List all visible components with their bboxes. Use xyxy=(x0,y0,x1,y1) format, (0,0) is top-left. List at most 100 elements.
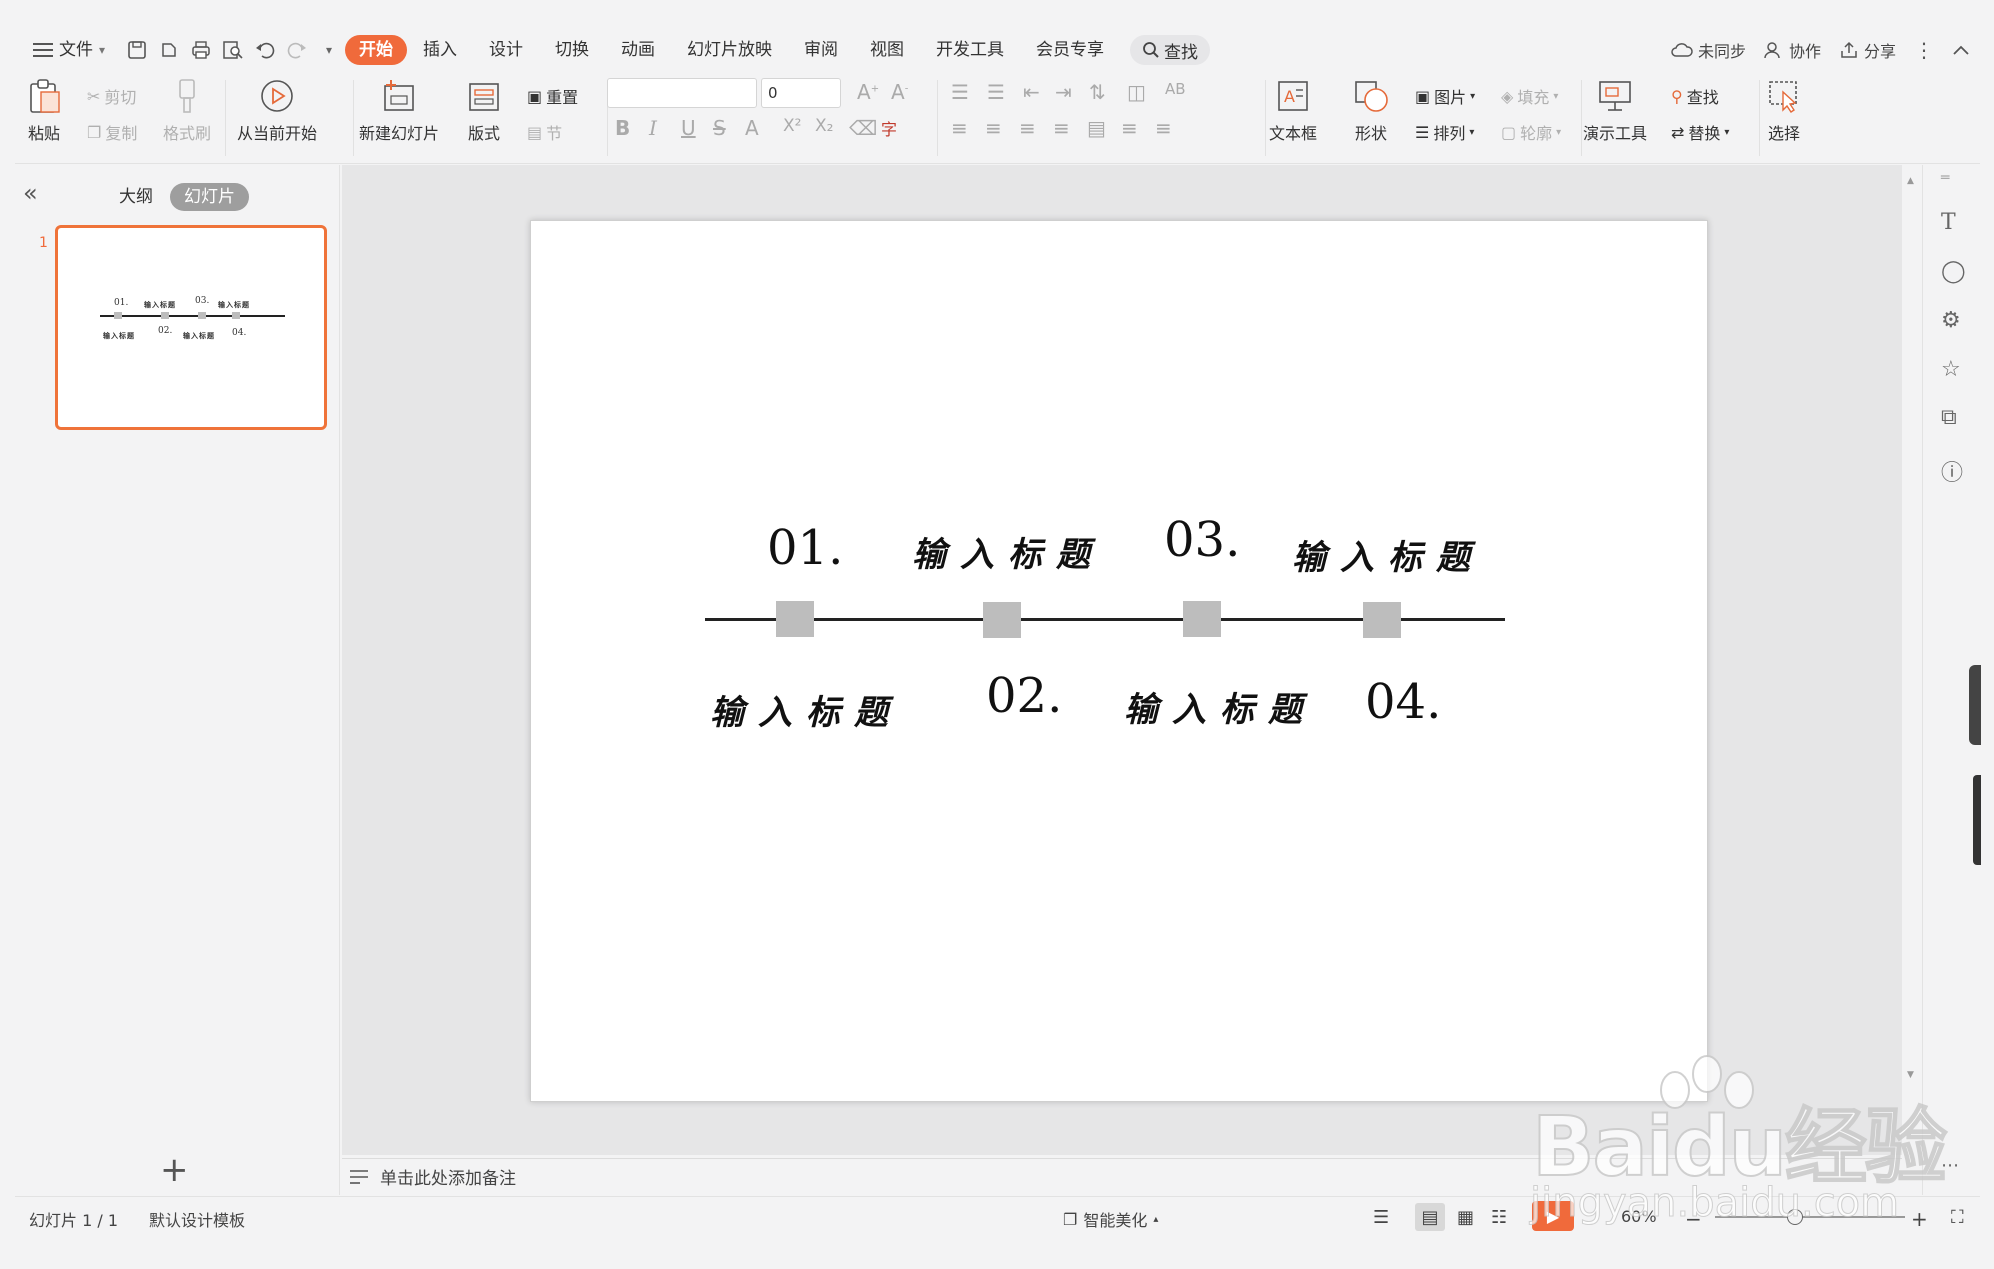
side-scroll-handle[interactable] xyxy=(1969,665,1981,745)
reading-view-icon[interactable]: ☷ xyxy=(1491,1207,1507,1228)
slider-settings-icon[interactable]: ⚙ xyxy=(1941,308,1961,333)
timeline-square[interactable] xyxy=(1363,602,1401,638)
picture-button[interactable]: ▣ 图片 ▾ xyxy=(1415,84,1475,108)
lightbulb-icon[interactable]: ◯ xyxy=(1941,259,1966,284)
numbering-icon[interactable]: ☰ xyxy=(987,80,1005,104)
tab-transitions[interactable]: 切换 xyxy=(539,35,605,65)
tab-slideshow[interactable]: 幻灯片放映 xyxy=(671,35,788,65)
paragraph-spacing-icon[interactable]: ≡ xyxy=(1155,116,1172,140)
slide[interactable] xyxy=(530,220,1708,1102)
distribute-icon[interactable]: ▤ xyxy=(1087,116,1106,140)
redo-icon[interactable] xyxy=(281,34,313,66)
tab-design[interactable]: 设计 xyxy=(473,35,539,65)
slide-title-4[interactable]: 输入标题 xyxy=(1124,682,1316,731)
slide-title-1[interactable]: 输入标题 xyxy=(912,527,1104,576)
export-icon[interactable] xyxy=(153,34,185,66)
share-button[interactable]: 分享 xyxy=(1839,38,1896,62)
increase-font-icon[interactable]: A+ xyxy=(857,80,879,104)
template-name[interactable]: 默认设计模板 xyxy=(149,1207,245,1231)
slide-number-04[interactable]: 04. xyxy=(1365,674,1441,730)
collapse-panel-icon[interactable]: « xyxy=(23,179,38,207)
strikethrough-icon[interactable]: S xyxy=(713,116,726,140)
line-spacing-icon[interactable]: ⇅ xyxy=(1089,80,1106,104)
copy-button[interactable]: ❐ 复制 xyxy=(87,120,137,144)
timeline-square[interactable] xyxy=(983,602,1021,638)
add-slide-button[interactable]: + xyxy=(160,1150,189,1190)
vertical-scrollbar[interactable]: ▲ ▼ xyxy=(1904,170,1920,1130)
select-button[interactable]: 选择 xyxy=(1767,78,1801,144)
superscript-icon[interactable]: X² xyxy=(783,116,801,136)
tab-insert[interactable]: 插入 xyxy=(407,35,473,65)
slide-thumbnail[interactable]: 01. 输入标题 03. 输入标题 输入标题 02. 输入标题 04. xyxy=(55,225,327,430)
drag-handle-icon[interactable]: ═ xyxy=(1941,170,1949,186)
print-icon[interactable] xyxy=(185,34,217,66)
beautify-button[interactable]: ❐ 智能美化 ▴ xyxy=(1063,1207,1158,1231)
file-menu[interactable]: 文件 ▾ xyxy=(15,35,121,65)
star-icon[interactable]: ☆ xyxy=(1941,357,1961,382)
underline-icon[interactable]: U xyxy=(681,116,696,140)
tab-outline[interactable]: 大纲 xyxy=(105,183,167,211)
align-center-icon[interactable]: ≡ xyxy=(985,116,1002,140)
find-button[interactable]: ⚲ 查找 xyxy=(1671,84,1719,108)
cut-button[interactable]: ✂ 剪切 xyxy=(87,84,136,108)
normal-view-icon[interactable]: ▤ xyxy=(1415,1203,1445,1231)
timeline-square[interactable] xyxy=(1183,601,1221,637)
reset-button[interactable]: ▣ 重置 xyxy=(527,84,578,108)
grid-view-icon[interactable]: ▦ xyxy=(1457,1207,1474,1228)
fill-button[interactable]: ◈ 填充 ▾ xyxy=(1501,84,1558,108)
replace-button[interactable]: ⇄ 替换 ▾ xyxy=(1671,120,1729,144)
from-current-button[interactable]: 从当前开始 xyxy=(237,78,317,144)
tab-view[interactable]: 视图 xyxy=(854,35,920,65)
font-size-select[interactable]: 0 xyxy=(761,78,841,108)
slide-number-01[interactable]: 01. xyxy=(767,520,843,576)
italic-icon[interactable]: I xyxy=(649,116,657,140)
clear-format-icon[interactable]: ⌫ xyxy=(849,116,877,140)
slide-title-2[interactable]: 输入标题 xyxy=(710,685,902,734)
undo-icon[interactable] xyxy=(249,34,281,66)
search-button[interactable]: 查找 xyxy=(1130,35,1211,65)
slide-transition-icon[interactable]: ⧉ xyxy=(1941,405,1957,430)
bullets-icon[interactable]: ☰ xyxy=(951,80,969,104)
sync-button[interactable]: 未同步 xyxy=(1671,38,1746,62)
decrease-indent-icon[interactable]: ⇤ xyxy=(1023,80,1040,104)
help-icon[interactable]: ⓘ xyxy=(1941,455,1963,487)
layout-button[interactable]: 版式 xyxy=(467,78,501,144)
justify-icon[interactable]: ≡ xyxy=(1053,116,1070,140)
textbox-button[interactable]: A 文本框 xyxy=(1269,78,1317,144)
align-right-icon[interactable]: ≡ xyxy=(1019,116,1036,140)
save-icon[interactable] xyxy=(121,34,153,66)
tab-slides[interactable]: 幻灯片 xyxy=(170,183,249,211)
more-vertical-icon[interactable]: ⋮ xyxy=(1914,38,1934,62)
paste-button[interactable]: 粘贴 xyxy=(27,78,61,144)
column-icon[interactable]: ≡ xyxy=(1121,116,1138,140)
side-scroll-handle[interactable] xyxy=(1973,775,1981,865)
font-name-select[interactable] xyxy=(607,78,757,108)
shape-button[interactable]: 形状 xyxy=(1353,78,1389,144)
decrease-font-icon[interactable]: A- xyxy=(891,80,908,104)
text-style-icon[interactable]: T xyxy=(1941,210,1956,235)
slide-title-3[interactable]: 输入标题 xyxy=(1292,530,1484,579)
tab-member[interactable]: 会员专享 xyxy=(1020,35,1120,65)
outline-button[interactable]: ▢ 轮廓 ▾ xyxy=(1501,120,1561,144)
collapse-ribbon-icon[interactable] xyxy=(1952,44,1970,56)
collaborate-button[interactable]: 协作 xyxy=(1764,38,1821,62)
tab-animation[interactable]: 动画 xyxy=(605,35,671,65)
new-slide-button[interactable]: 新建幻灯片 xyxy=(359,78,439,144)
notes-toggle-icon[interactable]: ☰ xyxy=(1373,1207,1389,1228)
increase-indent-icon[interactable]: ⇥ xyxy=(1055,80,1072,104)
slide-number-02[interactable]: 02. xyxy=(986,668,1062,724)
tab-developer[interactable]: 开发工具 xyxy=(920,35,1020,65)
text-direction-icon[interactable]: ◫ xyxy=(1127,80,1146,104)
tab-home[interactable]: 开始 xyxy=(345,35,408,65)
print-preview-icon[interactable] xyxy=(217,34,249,66)
font-color-icon[interactable]: A xyxy=(745,116,759,140)
bold-icon[interactable]: B xyxy=(615,116,630,140)
format-painter-button[interactable]: 格式刷 xyxy=(163,78,211,144)
presentation-tools-button[interactable]: 演示工具 xyxy=(1583,78,1647,144)
tab-review[interactable]: 审阅 xyxy=(788,35,854,65)
phonetic-guide-icon[interactable]: 字 xyxy=(881,116,897,140)
section-button[interactable]: ▤ 节 xyxy=(527,120,562,144)
timeline-square[interactable] xyxy=(776,601,814,637)
arrange-button[interactable]: ☰ 排列 ▾ xyxy=(1415,120,1474,144)
slide-number-03[interactable]: 03. xyxy=(1164,512,1240,568)
